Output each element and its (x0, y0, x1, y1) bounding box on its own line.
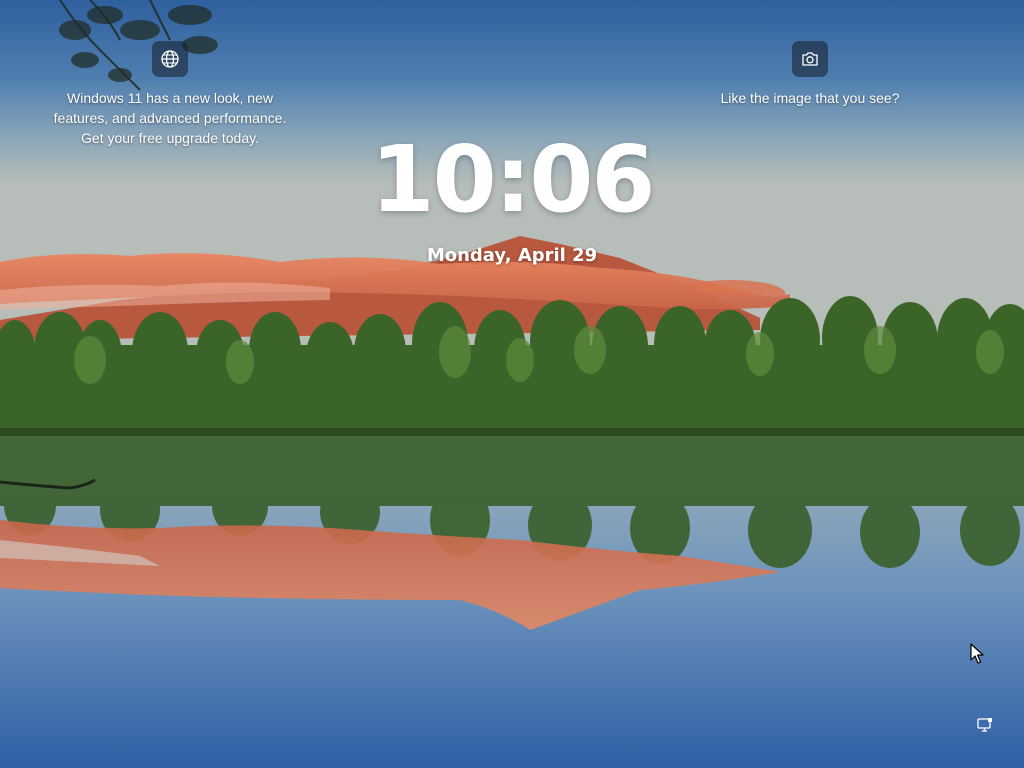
spotlight-like-button[interactable] (792, 41, 828, 77)
upgrade-promo-line-2: features, and advanced performance. (53, 110, 287, 126)
lock-screen[interactable]: Windows 11 has a new look, new features,… (0, 0, 1024, 768)
lockscreen-date: Monday, April 29 (426, 245, 598, 266)
lockscreen-time: 10:06 (370, 126, 656, 233)
upgrade-promo-line-1: Windows 11 has a new look, new (67, 90, 273, 106)
network-icon (977, 718, 992, 732)
like-image-prompt[interactable]: Like the image that you see? (690, 88, 930, 108)
globe-icon (161, 50, 179, 68)
camera-icon (802, 52, 818, 66)
spotlight-promo-button[interactable] (152, 41, 188, 77)
network-button[interactable] (974, 714, 996, 736)
mouse-cursor-icon (970, 643, 984, 664)
